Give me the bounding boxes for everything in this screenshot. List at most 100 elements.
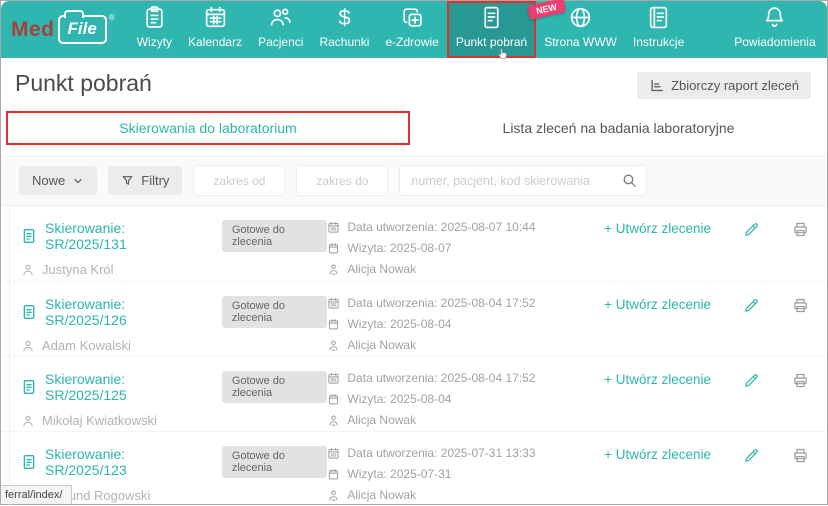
nav-item-punkt-pobran[interactable]: Punkt pobrań: [446, 1, 537, 59]
nav-item-strona-www[interactable]: NEW Strona WWW: [527, 0, 625, 58]
create-order-link[interactable]: + Utwórz zlecenie: [604, 297, 711, 312]
chevron-down-icon: [72, 175, 84, 187]
logo-file-text: File: [57, 10, 107, 44]
book-icon: [646, 5, 671, 30]
nav-item-wizyty[interactable]: Wizyty: [129, 1, 180, 58]
print-icon[interactable]: [792, 297, 809, 314]
visit-date: Wizyta: 2025-07-31: [347, 467, 452, 481]
status-badge: Gotowe do zlecenia: [221, 220, 328, 252]
created-date: Data utworzenia: 2025-08-04 17:52: [347, 296, 536, 310]
edit-pencil-icon[interactable]: [743, 372, 760, 389]
filter-bar: Nowe Filtry: [1, 155, 827, 206]
status-dropdown[interactable]: Nowe: [19, 166, 98, 195]
edit-pencil-icon[interactable]: [743, 447, 760, 464]
ehealth-icon: [400, 5, 425, 30]
top-navigation-bar: Med File ® Wizyty Kalendarz Pacjenci $ R…: [1, 0, 828, 59]
tab-skierowania[interactable]: Skierowania do laboratorium: [6, 111, 410, 145]
doctor-icon: [327, 339, 340, 352]
create-order-link[interactable]: + Utwórz zlecenie: [604, 447, 711, 462]
status-badge: Gotowe do zlecenia: [221, 296, 328, 328]
table-row: Skierowanie: SR/2025/125 Gotowe do zlece…: [1, 356, 827, 431]
search-input[interactable]: [399, 165, 648, 196]
created-date-icon: [327, 447, 340, 460]
create-order-link[interactable]: + Utwórz zlecenie: [604, 372, 711, 387]
referral-doc-icon: [21, 304, 37, 320]
document-icon: [479, 5, 504, 30]
status-badge: Gotowe do zlecenia: [221, 446, 328, 478]
report-button-label: Zbiorczy raport zleceń: [671, 78, 799, 93]
doctor-name: Alicja Nowak: [347, 262, 417, 276]
nav-item-powiadomienia[interactable]: Powiadomienia: [726, 1, 823, 58]
doctor-icon: [327, 489, 340, 502]
patient-icon: [21, 414, 35, 428]
visit-date: Wizyta: 2025-08-04: [347, 317, 452, 331]
date-from-input[interactable]: [193, 165, 286, 196]
clipboard-icon: [142, 5, 167, 30]
referral-link[interactable]: Skierowanie: SR/2025/131: [45, 220, 192, 252]
referral-doc-icon: [21, 228, 37, 244]
logo-med-text: Med: [11, 17, 55, 41]
doctor-icon: [327, 263, 340, 276]
patient-icon: [21, 339, 35, 353]
nav-label: Pacjenci: [258, 35, 304, 49]
collective-report-button[interactable]: Zbiorczy raport zleceń: [637, 72, 811, 99]
nav-label: Punkt pobrań: [455, 35, 528, 49]
nav-label: Kalendarz: [188, 35, 243, 49]
table-row: Skierowanie: SR/2025/123 Gotowe do zlece…: [1, 431, 827, 506]
medfile-logo[interactable]: Med File ®: [11, 1, 115, 58]
referral-link[interactable]: Skierowanie: SR/2025/123: [45, 446, 192, 478]
referral-link[interactable]: Skierowanie: SR/2025/126: [45, 296, 192, 328]
created-date: Data utworzenia: 2025-07-31 13:33: [347, 446, 536, 460]
patient-name: Justyna Król: [42, 262, 114, 277]
date-to-input[interactable]: [296, 165, 389, 196]
registered-mark: ®: [108, 13, 115, 22]
referral-doc-icon: [21, 379, 37, 395]
doctor-name: Alicja Nowak: [347, 338, 417, 352]
funnel-icon: [121, 174, 134, 187]
created-date-icon: [327, 221, 340, 234]
search-icon[interactable]: [621, 172, 638, 189]
created-date-icon: [327, 372, 340, 385]
nav-item-moje-konto[interactable]: Moje konto: [824, 1, 828, 58]
globe-icon: [568, 5, 593, 30]
patient-name: Adam Kowalski: [42, 338, 131, 353]
browser-link-status: ferral/index/: [1, 485, 73, 504]
filters-button[interactable]: Filtry: [108, 166, 183, 195]
doctor-icon: [327, 414, 340, 427]
edit-pencil-icon[interactable]: [743, 221, 760, 238]
edit-pencil-icon[interactable]: [743, 297, 760, 314]
page-header: Punkt pobrań Zbiorczy raport zleceń: [1, 58, 827, 105]
tab-lista-zlecen[interactable]: Lista zleceń na badania laboratoryjne: [410, 120, 827, 136]
created-date: Data utworzenia: 2025-08-04 17:52: [347, 371, 536, 385]
nav-item-rachunki[interactable]: $ Rachunki: [311, 1, 377, 58]
filters-button-label: Filtry: [141, 173, 170, 188]
created-date: Data utworzenia: 2025-08-07 10:44: [347, 220, 536, 234]
nav-label: Rachunki: [319, 35, 370, 49]
nav-item-instrukcje[interactable]: Instrukcje: [625, 1, 692, 58]
nav-label: Instrukcje: [632, 35, 685, 49]
create-order-link[interactable]: + Utwórz zlecenie: [604, 221, 711, 236]
table-row: Skierowanie: SR/2025/126 Gotowe do zlece…: [1, 281, 827, 356]
created-date-icon: [327, 297, 340, 310]
visit-date-icon: [327, 393, 340, 406]
nav-item-pacjenci[interactable]: Pacjenci: [250, 1, 311, 58]
report-icon: [649, 78, 664, 93]
status-dropdown-label: Nowe: [32, 173, 66, 188]
status-badge: Gotowe do zlecenia: [221, 371, 328, 403]
nav-label: Strona WWW: [544, 35, 617, 49]
print-icon[interactable]: [792, 221, 809, 238]
main-nav: Wizyty Kalendarz Pacjenci $ Rachunki e-Z…: [129, 0, 828, 59]
visit-date-icon: [327, 318, 340, 331]
print-icon[interactable]: [792, 447, 809, 464]
patient-icon: [21, 263, 35, 277]
referral-list: Skierowanie: SR/2025/131 Gotowe do zlece…: [1, 206, 827, 506]
dollar-icon: $: [338, 5, 351, 30]
mouse-cursor-icon: [495, 46, 511, 62]
print-icon[interactable]: [792, 372, 809, 389]
nav-item-kalendarz[interactable]: Kalendarz: [180, 1, 250, 58]
visit-date: Wizyta: 2025-08-07: [347, 241, 452, 255]
nav-label: e-Zdrowie: [385, 35, 439, 49]
referral-link[interactable]: Skierowanie: SR/2025/125: [45, 371, 192, 403]
search-field: [399, 165, 648, 196]
nav-item-ezdrowie[interactable]: e-Zdrowie: [377, 1, 446, 58]
